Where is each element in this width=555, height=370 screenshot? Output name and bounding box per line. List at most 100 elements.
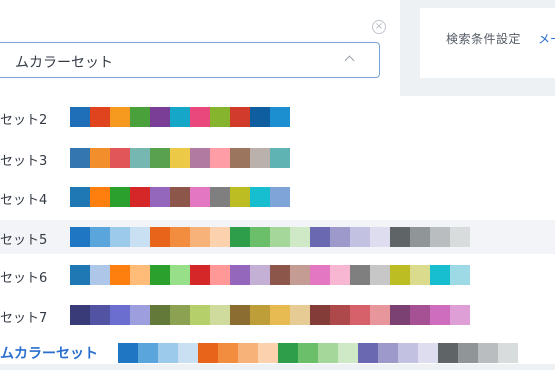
option-label: セット4 — [0, 193, 48, 208]
color-swatch — [170, 305, 190, 325]
option-set5[interactable]: セット5 — [0, 220, 555, 254]
option-set2[interactable]: セット2 — [0, 100, 555, 134]
chevron-up-icon[interactable] — [344, 55, 355, 66]
color-swatch — [290, 265, 310, 285]
option-custom-color-set[interactable]: ムカラーセット — [0, 336, 555, 370]
color-swatch — [150, 107, 170, 127]
color-swatch — [130, 187, 150, 207]
color-swatch — [170, 187, 190, 207]
color-swatch — [270, 265, 290, 285]
color-swatch — [290, 305, 310, 325]
color-swatch — [450, 265, 470, 285]
color-swatch — [170, 148, 190, 168]
color-swatch — [430, 265, 450, 285]
color-swatch — [310, 227, 330, 247]
color-swatch — [378, 343, 398, 363]
color-swatch — [458, 343, 478, 363]
color-swatch — [110, 265, 130, 285]
color-swatch — [70, 227, 90, 247]
select-panel: × ムカラーセット — [0, 0, 400, 96]
color-swatch — [198, 343, 218, 363]
option-set3[interactable]: セット3 — [0, 141, 555, 175]
color-swatch — [130, 107, 150, 127]
color-swatch — [230, 305, 250, 325]
color-swatch — [390, 227, 410, 247]
color-swatch — [90, 227, 110, 247]
color-swatch — [170, 265, 190, 285]
color-swatch — [70, 187, 90, 207]
color-swatch — [150, 148, 170, 168]
select-value: ムカラーセット — [15, 55, 113, 71]
color-swatch — [190, 148, 210, 168]
color-swatch — [398, 343, 418, 363]
color-swatch — [370, 265, 390, 285]
color-swatch — [350, 227, 370, 247]
color-swatch — [270, 187, 290, 207]
color-swatch — [270, 148, 290, 168]
color-swatch — [430, 227, 450, 247]
color-swatch — [158, 343, 178, 363]
option-label: セット7 — [0, 311, 48, 326]
color-swatch — [270, 227, 290, 247]
option-set4[interactable]: セット4 — [0, 180, 555, 214]
option-set7[interactable]: セット7 — [0, 298, 555, 332]
color-swatch — [70, 148, 90, 168]
color-swatch — [278, 343, 298, 363]
option-label: セット5 — [0, 233, 48, 248]
color-swatch — [70, 305, 90, 325]
color-swatch — [230, 227, 250, 247]
color-swatch — [210, 107, 230, 127]
color-swatch — [258, 343, 278, 363]
color-swatch — [430, 305, 450, 325]
color-swatch — [390, 305, 410, 325]
color-swatch — [70, 265, 90, 285]
color-swatch — [250, 227, 270, 247]
color-swatch — [190, 107, 210, 127]
color-swatch — [230, 265, 250, 285]
option-set6[interactable]: セット6 — [0, 258, 555, 292]
color-swatch — [230, 148, 250, 168]
swatch-row — [70, 107, 290, 127]
color-swatch — [250, 187, 270, 207]
right-panel-link[interactable]: メー — [538, 26, 555, 52]
color-swatch — [130, 227, 150, 247]
color-swatch — [230, 107, 250, 127]
color-swatch — [150, 227, 170, 247]
swatch-row — [70, 187, 290, 207]
color-swatch — [118, 343, 138, 363]
swatch-row — [118, 343, 518, 363]
option-label: ムカラーセット — [0, 346, 98, 362]
color-swatch — [138, 343, 158, 363]
color-swatch — [210, 305, 230, 325]
close-icon[interactable]: × — [372, 20, 386, 34]
color-swatch — [190, 305, 210, 325]
color-swatch — [338, 343, 358, 363]
color-swatch — [370, 227, 390, 247]
color-swatch — [210, 227, 230, 247]
color-swatch — [390, 265, 410, 285]
search-settings-panel: 検索条件設定 メー — [420, 8, 555, 78]
swatch-row — [70, 305, 470, 325]
color-swatch — [130, 265, 150, 285]
color-set-select[interactable]: ムカラーセット — [0, 42, 380, 78]
color-swatch — [270, 107, 290, 127]
color-swatch — [90, 187, 110, 207]
color-swatch — [110, 107, 130, 127]
color-swatch — [358, 343, 378, 363]
color-swatch — [310, 305, 330, 325]
color-swatch — [238, 343, 258, 363]
color-swatch — [110, 227, 130, 247]
color-swatch — [150, 305, 170, 325]
color-swatch — [70, 107, 90, 127]
color-swatch — [190, 227, 210, 247]
color-swatch — [130, 305, 150, 325]
color-set-dropdown: セット2 セット3 セット4 セット5 セット6 セット7 ムカラーセット — [0, 96, 555, 364]
color-swatch — [370, 305, 390, 325]
color-swatch — [350, 305, 370, 325]
color-swatch — [210, 148, 230, 168]
color-swatch — [330, 265, 350, 285]
color-swatch — [418, 343, 438, 363]
color-swatch — [178, 343, 198, 363]
color-swatch — [110, 187, 130, 207]
swatch-row — [70, 148, 290, 168]
